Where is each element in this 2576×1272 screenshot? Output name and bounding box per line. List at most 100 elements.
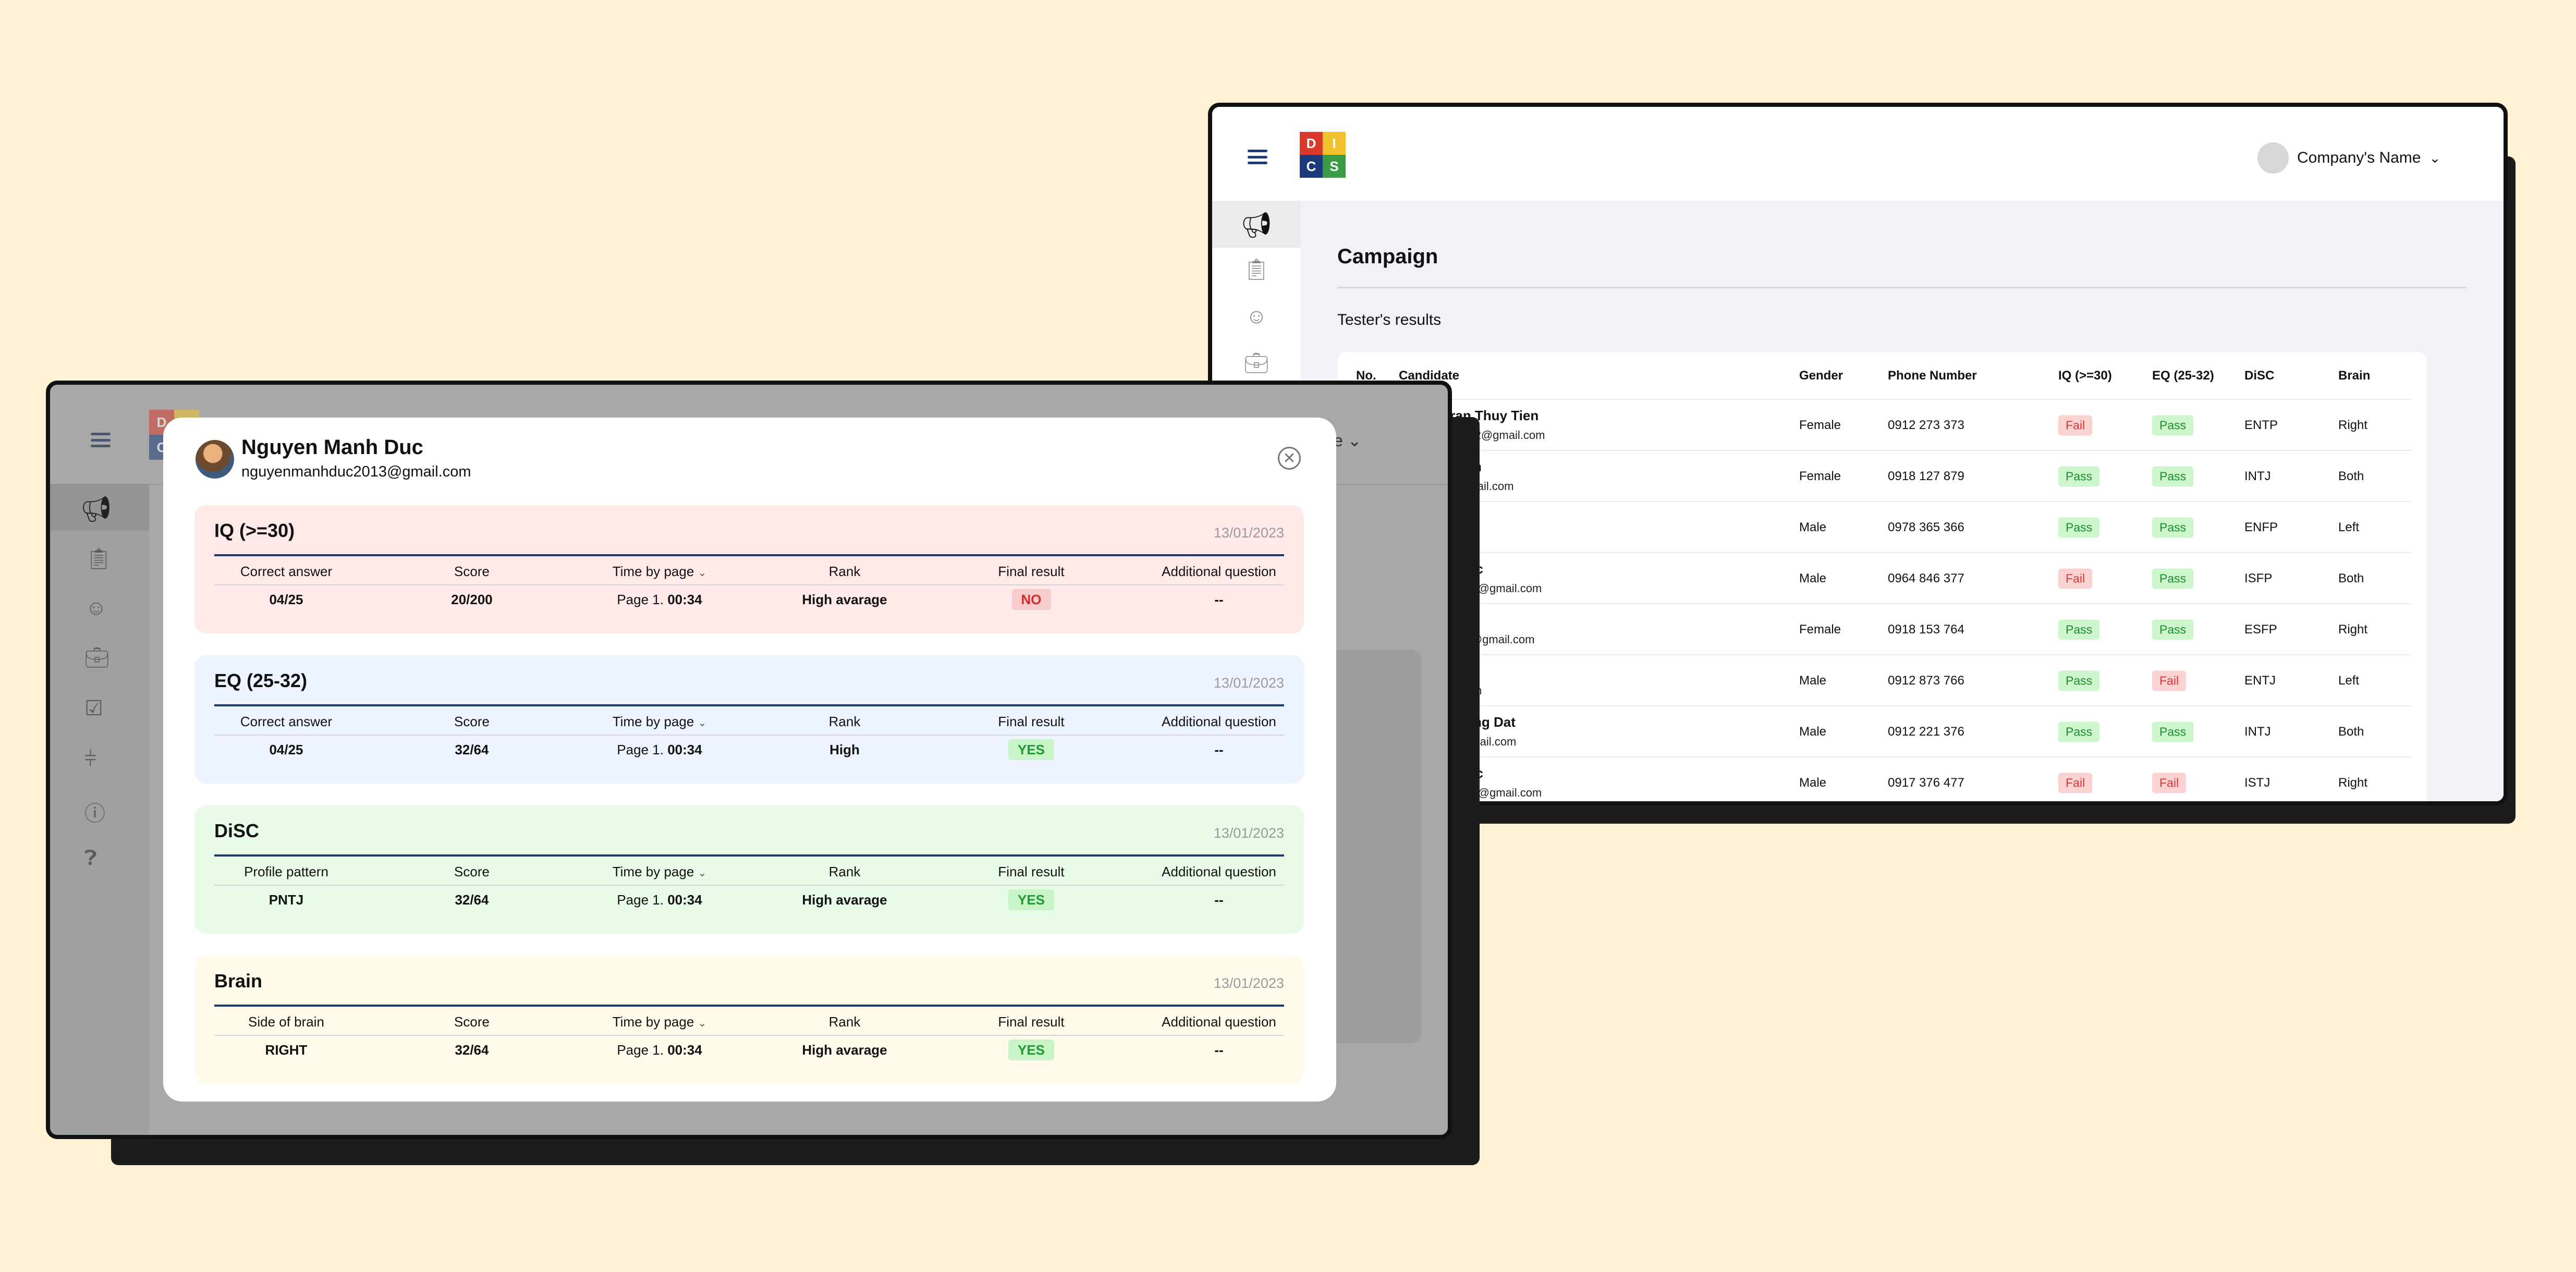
- disc-type: ENFP: [2244, 520, 2278, 534]
- final-result: YES: [948, 1039, 1115, 1060]
- table-row[interactable]: en Cao Hoang Datnguyendat@gmail.comMale0…: [1353, 705, 2411, 757]
- table-row[interactable]: en Manh Ducnmanhduc2013@gmail.comMale096…: [1353, 552, 2411, 604]
- card-date: 13/01/2023: [1213, 525, 1284, 541]
- phone-number: 0912 273 373: [1888, 418, 1964, 432]
- table-row[interactable]: an Cao Nganao120922@gmail.comFemale0918 …: [1353, 450, 2411, 502]
- card-divider: [214, 854, 1284, 857]
- column-header: Rank: [828, 564, 861, 579]
- page-title: Campaign: [1337, 245, 1438, 268]
- col-header-eq[interactable]: EQ (25-32): [2152, 369, 2214, 383]
- company-menu[interactable]: Company's Name ⌄: [2257, 142, 2440, 174]
- gender: Female: [1799, 622, 1841, 637]
- column-header: Correct answer: [240, 714, 333, 729]
- eq-result: Pass: [2152, 415, 2194, 436]
- time-value: Page 1. 00:34: [617, 892, 702, 908]
- briefcase-icon[interactable]: 💼︎: [84, 646, 109, 669]
- phone-number: 0964 846 377: [1888, 571, 1964, 585]
- table-row[interactable]: Thanh Honghancute21100@gmail.comFemale09…: [1353, 603, 2411, 655]
- clipboard-icon[interactable]: 📋︎: [1243, 257, 1270, 282]
- col-header-brain[interactable]: Brain: [2338, 369, 2370, 383]
- partial-dropdown: e ⌄: [1334, 431, 1362, 450]
- disc-type: ESFP: [2244, 622, 2277, 637]
- briefcase-icon[interactable]: 💼︎: [1244, 352, 1269, 375]
- result-card: EQ (25-32) 13/01/2023 Correct answer Score T…: [194, 655, 1304, 784]
- status-badge: Pass: [2058, 517, 2100, 538]
- sidebar: 📢︎ 📋︎ ☺ 💼︎ ☑ ⫩ ⓘ ❓︎: [50, 484, 149, 1135]
- status-badge: YES: [1008, 889, 1055, 910]
- chevron-down-icon: ⌄: [698, 567, 707, 579]
- eq-result: Pass: [2152, 568, 2194, 589]
- disc-type: INTJ: [2244, 469, 2271, 483]
- megaphone-icon[interactable]: 📢︎: [80, 494, 112, 524]
- column-header: Final result: [998, 564, 1065, 579]
- header-time-by-page[interactable]: Time by page ⌄: [576, 714, 743, 730]
- additional-question: --: [1214, 1042, 1224, 1058]
- row-divider: [214, 584, 1284, 585]
- card-divider: [214, 1005, 1284, 1007]
- rank-value: High avarage: [802, 892, 887, 908]
- status-badge: Pass: [2058, 670, 2100, 691]
- disc-type: INTJ: [2244, 725, 2271, 739]
- header-time-by-page[interactable]: Time by page ⌄: [576, 864, 743, 880]
- column-header: Final result: [998, 864, 1065, 879]
- status-badge: Pass: [2152, 466, 2194, 487]
- col-header-gender[interactable]: Gender: [1799, 369, 1843, 383]
- brain-side: Both: [2338, 571, 2364, 585]
- rank-value: High avarage: [802, 1042, 887, 1058]
- menu-icon[interactable]: [91, 433, 111, 447]
- close-icon[interactable]: ✕: [1278, 447, 1301, 470]
- avatar: [2257, 142, 2289, 174]
- card-divider: [214, 704, 1284, 706]
- gender: Male: [1799, 520, 1827, 534]
- megaphone-icon[interactable]: 📢︎: [1241, 210, 1273, 240]
- column-header: Additional question: [1162, 864, 1276, 879]
- column-header: Score: [454, 564, 490, 579]
- card-title: EQ (25-32): [214, 670, 308, 691]
- status-badge: Fail: [2152, 670, 2187, 691]
- status-badge: NO: [1011, 589, 1051, 610]
- time-value: Page 1. 00:34: [617, 742, 702, 757]
- disc-type: ISFP: [2244, 571, 2273, 585]
- divider: [1337, 287, 2466, 288]
- iq-result: Pass: [2058, 670, 2100, 691]
- header-time-by-page[interactable]: Time by page ⌄: [576, 1014, 743, 1030]
- table-row[interactable]: en Manh Ducnmanhduc2013@gmail.comMale091…: [1353, 756, 2411, 801]
- eq-result: Fail: [2152, 670, 2187, 691]
- column-header: Score: [454, 864, 490, 879]
- col-header-disc[interactable]: DiSC: [2244, 369, 2274, 383]
- user-icon[interactable]: ☺: [1246, 305, 1267, 328]
- col-header-phone[interactable]: Phone Number: [1888, 369, 1977, 383]
- result-card: Brain 13/01/2023 Side of brain Score Time by…: [194, 956, 1304, 1084]
- iq-result: Pass: [2058, 619, 2100, 640]
- disc-type: ENTP: [2244, 418, 2278, 432]
- disc-type: ENTJ: [2244, 674, 2276, 688]
- column-header: Final result: [998, 1014, 1065, 1030]
- header-time-by-page[interactable]: Time by page ⌄: [576, 564, 743, 580]
- status-badge: Pass: [2152, 619, 2194, 640]
- first-value: 04/25: [269, 742, 303, 757]
- column-header: Additional question: [1162, 1014, 1276, 1030]
- brain-side: Both: [2338, 725, 2364, 739]
- table-row[interactable]: guyen Tran Thuy Tienennguyen10922@gmail.…: [1353, 399, 2411, 451]
- card-date: 13/01/2023: [1213, 975, 1284, 991]
- score-value: 32/64: [455, 742, 489, 757]
- table-row[interactable]: Krugoo@gmail.comMale0978 365 366PassPass…: [1353, 501, 2411, 553]
- gender: Male: [1799, 571, 1827, 585]
- eq-result: Pass: [2152, 619, 2194, 640]
- score-value: 20/200: [451, 592, 493, 607]
- company-name: Company's Name: [2297, 149, 2421, 166]
- row-divider: [214, 1035, 1284, 1036]
- sliders-icon[interactable]: ⫩: [84, 748, 96, 771]
- user-icon[interactable]: ☺: [86, 596, 107, 620]
- menu-icon[interactable]: [1248, 150, 1267, 164]
- col-header-iq[interactable]: IQ (>=30): [2058, 369, 2112, 383]
- disc-type: ISTJ: [2244, 776, 2270, 790]
- help-icon[interactable]: ❓︎: [84, 847, 97, 870]
- clipboard-icon[interactable]: 📋︎: [86, 546, 112, 571]
- calendar-check-icon[interactable]: ☑: [84, 696, 103, 720]
- info-icon[interactable]: ⓘ: [84, 797, 105, 827]
- table-row[interactable]: Hannshhh@gmail.comMale0912 873 766PassFa…: [1353, 654, 2411, 706]
- status-badge: Pass: [2058, 721, 2100, 742]
- iq-result: Fail: [2058, 415, 2093, 436]
- row-divider: [214, 735, 1284, 736]
